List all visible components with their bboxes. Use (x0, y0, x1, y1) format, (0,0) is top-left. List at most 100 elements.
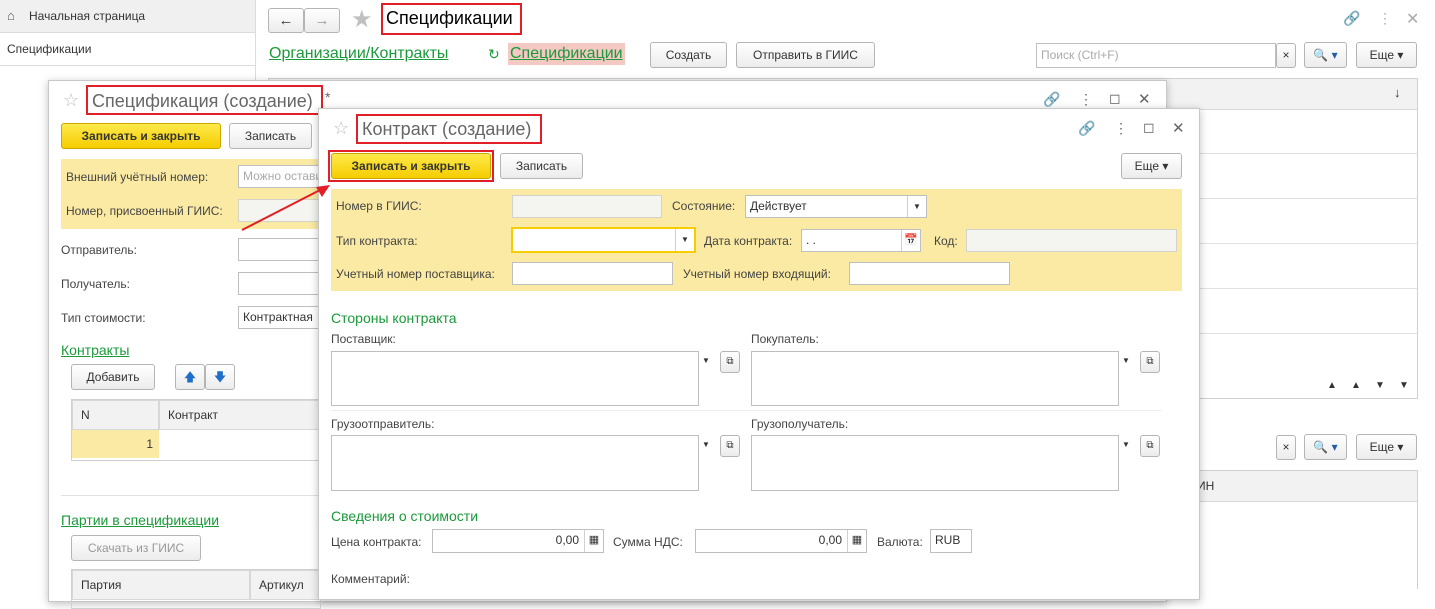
back-button[interactable]: ← (268, 8, 304, 33)
move-first-icon[interactable]: ▲ (1327, 380, 1337, 391)
link-icon[interactable]: 🔗 (1343, 10, 1360, 27)
forward-button[interactable]: → (304, 8, 340, 33)
currency-label: Валюта: (877, 535, 923, 549)
batches-col-article: Артикул (250, 570, 321, 600)
send-giis-button[interactable]: Отправить в ГИИС (736, 42, 875, 68)
sender-label: Отправитель: (61, 243, 137, 257)
open-shipper-button[interactable]: ⧉ (720, 435, 740, 457)
state-label: Состояние: (672, 199, 736, 213)
currency-input[interactable]: RUB (930, 529, 972, 553)
chevron-down-icon[interactable]: ▼ (702, 440, 710, 449)
state-select[interactable]: Действует ▼ (745, 195, 927, 218)
save-button[interactable]: Записать (500, 153, 583, 179)
state-value: Действует (750, 199, 807, 213)
cost-type-value: Контрактная (243, 310, 313, 324)
contract-date-value: . . (806, 233, 817, 247)
vat-value: 0,00 (818, 533, 842, 547)
favorite-star-icon[interactable]: ☆ (333, 118, 349, 139)
page-title-highlight (381, 3, 522, 35)
section-divider (331, 410, 1161, 411)
close-icon[interactable]: ✕ (1172, 119, 1185, 137)
move-down-button[interactable]: 🡇 (205, 364, 235, 390)
parties-group-title: Стороны контракта (331, 310, 457, 326)
contract-window: ☆ Контракт (создание) 🔗 ⋮ ◻ ✕ Записать и… (318, 108, 1200, 600)
more-button-2[interactable]: Еще ▾ (1356, 434, 1417, 460)
sort-down-icon[interactable]: ↓ (1394, 85, 1401, 100)
refresh-icon[interactable]: ↻ (488, 46, 500, 63)
move-up-icon[interactable]: ▲ (1351, 380, 1361, 391)
close-icon[interactable]: ✕ (1138, 90, 1151, 108)
maximize-icon[interactable]: ◻ (1109, 90, 1121, 107)
move-down-icon[interactable]: ▼ (1375, 380, 1385, 391)
contract-date-input[interactable]: . . 📅 (801, 229, 921, 252)
giis-number-field (512, 195, 662, 218)
link-icon[interactable]: 🔗 (1078, 120, 1095, 137)
search-clear-button-2[interactable]: × (1276, 435, 1296, 460)
consignee-label: Грузополучатель: (751, 417, 849, 431)
menu-dots-icon[interactable]: ⋮ (1114, 120, 1128, 137)
vat-label: Сумма НДС: (613, 535, 683, 549)
open-supplier-button[interactable]: ⧉ (720, 351, 740, 373)
sidebar-item-specifications[interactable]: Спецификации (0, 33, 255, 66)
batches-table[interactable]: Партия Артикул (71, 569, 321, 609)
price-value: 0,00 (555, 533, 579, 547)
menu-dots-icon[interactable]: ⋮ (1079, 91, 1093, 108)
price-input[interactable]: 0,00 ▦ (432, 529, 604, 553)
chevron-down-icon[interactable]: ▼ (675, 229, 694, 251)
sidebar-item-home[interactable]: ⌂ Начальная страница (0, 0, 255, 33)
chevron-down-icon[interactable]: ▼ (907, 196, 926, 217)
search-clear-button[interactable]: × (1276, 43, 1296, 68)
nav-link-specifications[interactable]: Спецификации (508, 43, 625, 65)
supplier-number-input[interactable] (512, 262, 673, 285)
window-title-highlight (86, 85, 323, 115)
contracts-table[interactable]: N Контракт 1 (71, 399, 321, 461)
link-icon[interactable]: 🔗 (1043, 91, 1060, 108)
save-button[interactable]: Записать (229, 123, 312, 149)
search-button-2[interactable]: 🔍 ▾ (1304, 434, 1347, 460)
search-input[interactable]: Поиск (Ctrl+F) (1036, 43, 1276, 68)
calendar-icon[interactable]: 📅 (901, 230, 920, 251)
create-button[interactable]: Создать (650, 42, 727, 68)
contracts-col-contract: Контракт (159, 400, 321, 430)
vat-input[interactable]: 0,00 ▦ (695, 529, 867, 553)
contract-type-select[interactable]: ▼ (511, 227, 696, 253)
menu-dots-icon[interactable]: ⋮ (1378, 10, 1392, 27)
incoming-number-input[interactable] (849, 262, 1010, 285)
calculator-icon[interactable]: ▦ (847, 530, 866, 552)
close-icon[interactable]: ✕ (1406, 9, 1419, 29)
calculator-icon[interactable]: ▦ (584, 530, 603, 552)
table-nav-buttons: ▲ ▲ ▼ ▼ (1323, 378, 1417, 399)
shipper-label: Грузоотправитель: (331, 417, 435, 431)
favorite-star-icon[interactable]: ☆ (63, 90, 79, 111)
add-button[interactable]: Добавить (71, 364, 155, 390)
search-placeholder: Поиск (Ctrl+F) (1041, 48, 1119, 62)
cost-type-label: Тип стоимости: (61, 311, 146, 325)
batches-group-title[interactable]: Партии в спецификации (61, 512, 219, 528)
code-label: Код: (934, 234, 958, 248)
download-giis-button[interactable]: Скачать из ГИИС (71, 535, 201, 561)
maximize-icon[interactable]: ◻ (1143, 119, 1155, 136)
consignee-input[interactable] (751, 435, 1119, 491)
nav-link-contracts[interactable]: Организации/Контракты (269, 45, 448, 63)
move-up-button[interactable]: 🡅 (175, 364, 205, 390)
chevron-down-icon[interactable]: ▼ (1122, 356, 1130, 365)
comment-label: Комментарий: (331, 572, 410, 586)
shipper-input[interactable] (331, 435, 699, 491)
annotation-arrow (241, 185, 330, 231)
more-button-label: Еще (1134, 159, 1160, 173)
save-close-button[interactable]: Записать и закрыть (61, 123, 221, 149)
move-last-icon[interactable]: ▼ (1399, 380, 1409, 391)
more-button[interactable]: Еще ▾ (1356, 42, 1417, 68)
favorite-star-icon[interactable]: ★ (351, 5, 373, 34)
more-button[interactable]: Еще ▾ (1121, 153, 1182, 179)
chevron-down-icon[interactable]: ▼ (702, 356, 710, 365)
chevron-down-icon[interactable]: ▼ (1122, 440, 1130, 449)
code-field (966, 229, 1177, 252)
open-buyer-button[interactable]: ⧉ (1140, 351, 1160, 373)
buyer-input[interactable] (751, 351, 1119, 406)
table-row[interactable]: 1 (72, 430, 159, 458)
contracts-group-title[interactable]: Контракты (61, 342, 129, 358)
supplier-input[interactable] (331, 351, 699, 406)
open-consignee-button[interactable]: ⧉ (1140, 435, 1160, 457)
search-button[interactable]: 🔍 ▾ (1304, 42, 1347, 68)
